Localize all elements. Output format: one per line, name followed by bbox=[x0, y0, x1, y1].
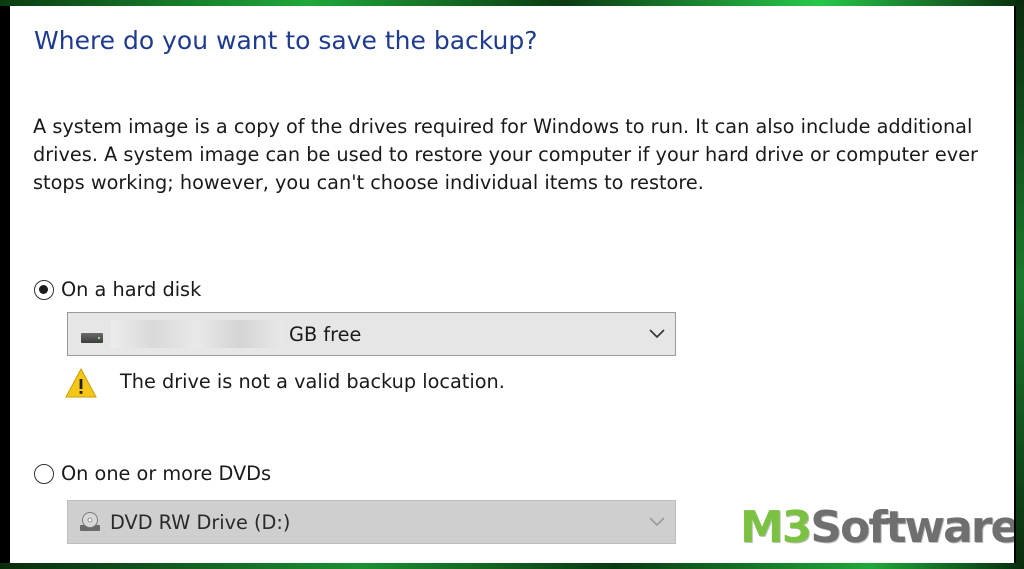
chevron-down-icon bbox=[649, 517, 665, 527]
warning-icon bbox=[65, 367, 97, 398]
backup-destination-panel: Where do you want to save the backup? A … bbox=[10, 6, 1014, 563]
frame-glow-bottom bbox=[0, 563, 1024, 569]
warning-text: The drive is not a valid backup location… bbox=[120, 369, 505, 393]
hard-disk-radio-label: On a hard disk bbox=[61, 278, 202, 301]
dvd-dropdown[interactable]: DVD RW Drive (D:) bbox=[67, 500, 676, 544]
dvd-drive-icon bbox=[80, 512, 100, 531]
dvd-radio-option[interactable]: On one or more DVDs bbox=[34, 462, 271, 485]
hard-disk-dropdown[interactable]: GB free bbox=[67, 312, 676, 356]
frame-glow-right bbox=[1016, 0, 1024, 569]
logo-m3: M3 bbox=[740, 502, 812, 553]
dvd-radio-button[interactable] bbox=[34, 463, 54, 484]
redacted-drive-name bbox=[111, 320, 283, 348]
hard-disk-radio-option[interactable]: On a hard disk bbox=[34, 278, 201, 301]
chevron-down-icon bbox=[649, 329, 665, 339]
page-title: Where do you want to save the backup? bbox=[34, 26, 538, 55]
dvd-dropdown-value: DVD RW Drive (D:) bbox=[110, 510, 291, 534]
hard-disk-radio-button[interactable] bbox=[34, 279, 54, 300]
hard-drive-icon bbox=[81, 333, 103, 343]
warning-message: The drive is not a valid backup location… bbox=[64, 366, 505, 400]
m3-software-logo: M3Software bbox=[740, 502, 1014, 553]
logo-software: Software bbox=[810, 502, 1014, 553]
description-text: A system image is a copy of the drives r… bbox=[33, 115, 978, 194]
dvd-radio-label: On one or more DVDs bbox=[61, 462, 272, 485]
screenshot-frame: Where do you want to save the backup? A … bbox=[0, 0, 1024, 569]
hard-disk-dropdown-value: GB free bbox=[289, 322, 362, 346]
